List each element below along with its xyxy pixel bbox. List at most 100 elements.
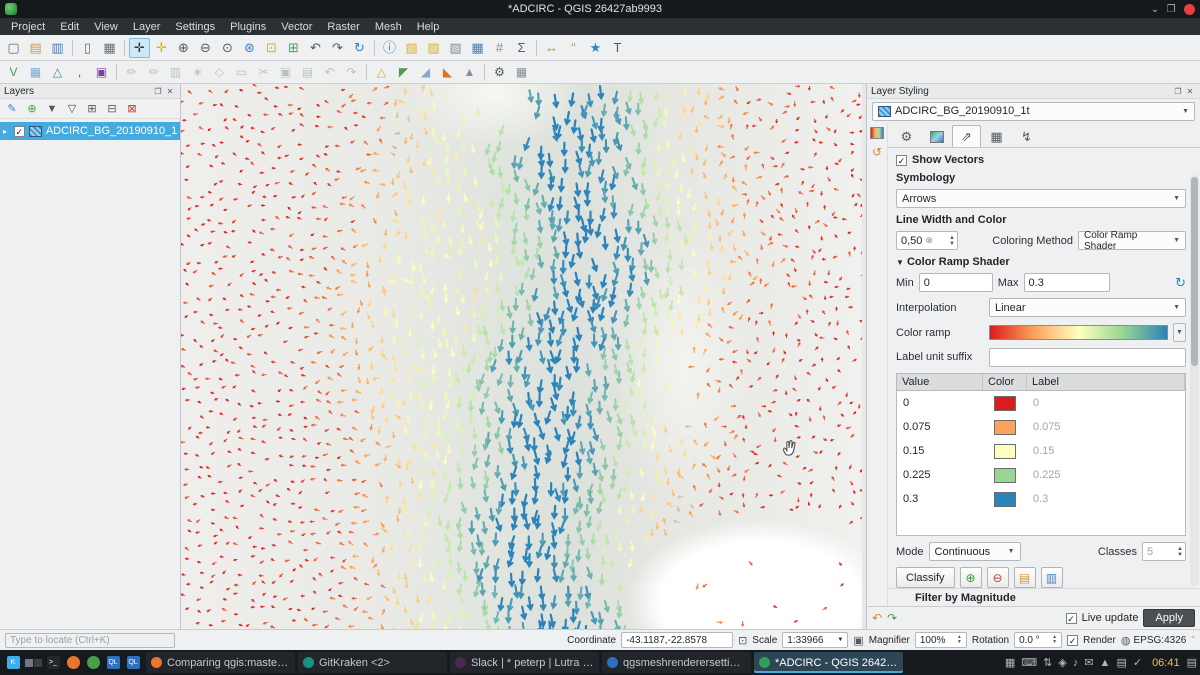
spinner-arrows-icon[interactable]: ▲▼ — [1052, 635, 1057, 645]
add-value-icon[interactable]: ⊕ — [960, 567, 982, 588]
color-ramp-dropdown[interactable]: ▼ — [1173, 323, 1186, 342]
zoom-to-selection-button[interactable]: ⊡ — [261, 38, 282, 58]
tab-settings[interactable]: ⚙ — [892, 125, 921, 147]
new-print-layout-button[interactable]: ▯ — [77, 38, 98, 58]
magnifier-spinbox[interactable]: 100% ▲▼ — [915, 632, 967, 648]
qgis-window[interactable]: *ADCIRC - QGIS 26427ab9993 — [754, 652, 903, 673]
mesh-force-by-lines-button[interactable]: ◣ — [437, 62, 458, 82]
styling-layer-selector[interactable]: ADCIRC_BG_20190910_1t ▼ — [872, 102, 1195, 121]
min-input[interactable]: 0 — [919, 273, 993, 292]
column-header-value[interactable]: Value — [897, 374, 983, 390]
measure-line-button[interactable]: ↔ — [541, 38, 562, 58]
column-header-color[interactable]: Color — [983, 374, 1027, 390]
color-table-row[interactable]: 0.30.3 — [897, 487, 1185, 511]
slack-window[interactable]: Slack | * peterp | Lutra Con... — [450, 652, 599, 673]
menu-settings[interactable]: Settings — [168, 20, 222, 34]
classify-button[interactable]: Classify — [896, 567, 955, 588]
close-window-icon[interactable] — [1184, 4, 1195, 15]
tab-temporal[interactable]: ↯ — [1012, 125, 1041, 147]
menu-raster[interactable]: Raster — [320, 20, 366, 34]
volume-icon[interactable]: ♪ — [1073, 657, 1079, 669]
show-vectors-checkbox[interactable] — [896, 155, 907, 166]
render-checkbox[interactable] — [1067, 635, 1078, 646]
lock-scale-icon[interactable]: ▣ — [853, 634, 863, 647]
layer-expander-icon[interactable]: ▸ — [3, 127, 10, 136]
filter-by-magnitude-section[interactable]: Filter by Magnitude — [888, 588, 1200, 606]
undo-button[interactable]: ↶ — [319, 62, 340, 82]
vertex-tool-button[interactable]: ◇ — [209, 62, 230, 82]
save-project-button[interactable]: ▥ — [47, 38, 68, 58]
screen-layout-icon[interactable]: ▦ — [1005, 656, 1015, 669]
python-console-button[interactable]: ▦ — [511, 62, 532, 82]
current-edits-button[interactable]: ✏ — [121, 62, 142, 82]
tab-vectors[interactable]: ⇗ — [952, 125, 981, 147]
maximize-window-icon[interactable]: ❐ — [1163, 4, 1179, 15]
color-swatch[interactable] — [994, 444, 1016, 459]
remove-value-icon[interactable]: ⊖ — [987, 567, 1009, 588]
virtual-desktop-pager[interactable] — [25, 659, 42, 667]
clock[interactable]: 06:41 — [1152, 657, 1180, 669]
reload-min-max-icon[interactable]: ↻ — [1175, 275, 1186, 291]
symbology-select[interactable]: Arrows ▼ — [896, 189, 1186, 208]
map-canvas[interactable] — [181, 84, 862, 629]
scrollbar-thumb[interactable] — [1191, 177, 1198, 366]
mesh-reindex-button[interactable]: ▲ — [459, 62, 480, 82]
color-table-row[interactable]: 00 — [897, 391, 1185, 415]
qtcreator-1-icon[interactable]: QL — [103, 653, 123, 673]
clipboard-icon[interactable]: ▤ — [1116, 656, 1126, 669]
status-icon[interactable]: ✓ — [1133, 656, 1142, 669]
color-swatch[interactable] — [994, 468, 1016, 483]
layout-manager-button[interactable]: ▦ — [99, 38, 120, 58]
konsole-icon[interactable]: >_ — [43, 653, 63, 673]
text-annotation-button[interactable]: T — [607, 38, 628, 58]
kdeconnect-icon[interactable]: ◈ — [1058, 656, 1066, 669]
spinner-arrows-icon[interactable]: ▲▼ — [949, 235, 955, 247]
styling-scrollbar[interactable] — [1190, 175, 1199, 586]
add-delimited-text-button[interactable]: , — [69, 62, 90, 82]
clear-value-icon[interactable]: ⊗ — [925, 235, 933, 246]
crs-status-button[interactable]: ◍ EPSG:4326 — [1121, 634, 1186, 647]
firefox-window[interactable]: Comparing qgis:master...vcl... — [146, 652, 295, 673]
new-bookmark-button[interactable]: ★ — [585, 38, 606, 58]
messenger-icon[interactable] — [83, 653, 103, 673]
messages-icon[interactable]: “ — [1191, 634, 1195, 646]
line-width-spinbox[interactable]: 0,50 ⊗ ▲▼ — [896, 231, 958, 250]
open-layer-styling-button[interactable]: ✎ — [3, 101, 21, 117]
live-update-checkbox[interactable] — [1066, 613, 1077, 624]
qtcreator-2-icon[interactable]: QL — [123, 653, 143, 673]
network-icon[interactable]: ⇅ — [1043, 656, 1052, 669]
open-project-button[interactable]: ▤ — [25, 38, 46, 58]
zoom-next-button[interactable]: ↷ — [327, 38, 348, 58]
mesh-transform-button[interactable]: ◢ — [415, 62, 436, 82]
panel-settings-icon[interactable]: ▤ — [1187, 656, 1197, 669]
pan-to-selection-button[interactable]: ✛ — [151, 38, 172, 58]
mode-select[interactable]: Continuous ▼ — [929, 542, 1021, 561]
expand-all-button[interactable]: ⊞ — [83, 101, 101, 117]
column-header-label[interactable]: Label — [1027, 374, 1185, 390]
color-swatch[interactable] — [994, 420, 1016, 435]
pan-map-button[interactable]: ✛ — [129, 38, 150, 58]
map-tips-button[interactable]: “ — [563, 38, 584, 58]
zoom-native-button[interactable]: ⊙ — [217, 38, 238, 58]
color-ramp-preview[interactable] — [989, 325, 1168, 340]
spinner-arrows-icon[interactable]: ▲▼ — [1177, 546, 1183, 558]
menu-mesh[interactable]: Mesh — [368, 20, 409, 34]
layer-item[interactable]: ▸ ADCIRC_BG_20190910_1t — [0, 122, 180, 140]
locate-input[interactable]: Type to locate (Ctrl+K) — [5, 633, 175, 648]
zoom-in-button[interactable]: ⊕ — [173, 38, 194, 58]
color-table-row[interactable]: 0.2250.225 — [897, 463, 1185, 487]
layers-panel-float-icon[interactable]: ❐ — [152, 87, 164, 96]
zoom-full-button[interactable]: ⊛ — [239, 38, 260, 58]
copy-features-button[interactable]: ▣ — [275, 62, 296, 82]
rotation-spinbox[interactable]: 0.0 ° ▲▼ — [1014, 632, 1062, 648]
tab-contours[interactable] — [922, 125, 951, 147]
save-ramp-icon[interactable]: ▥ — [1041, 567, 1063, 588]
statistics-summary-button[interactable]: Σ — [511, 38, 532, 58]
label-unit-suffix-input[interactable] — [989, 348, 1186, 367]
mail-icon[interactable]: ✉ — [1084, 656, 1093, 669]
extents-icon[interactable]: ⊡ — [738, 634, 747, 647]
zoom-out-button[interactable]: ⊖ — [195, 38, 216, 58]
identify-features-button[interactable]: ⓘ — [379, 38, 400, 58]
filter-legend-button[interactable]: ▼ — [43, 101, 61, 117]
color-swatch[interactable] — [994, 396, 1016, 411]
